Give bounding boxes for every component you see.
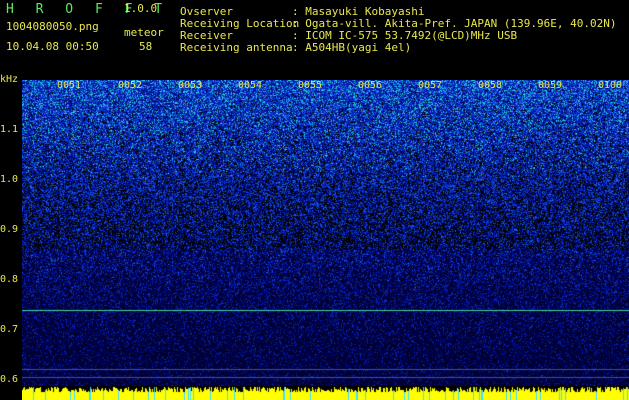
amplitude-canvas [22, 386, 629, 400]
y-tick-label: 0.9 [0, 224, 19, 235]
info-key-antenna: Receiving antenna [180, 41, 293, 54]
app-version: 1.0.0 [124, 2, 158, 15]
x-tick-label: 0053 [178, 80, 203, 91]
info-value-antenna: : A504HB(yagi 4el) [292, 41, 412, 54]
header-panel: H R O F F T 1.0.0 1004080050.png meteor … [0, 0, 629, 78]
spectrogram-plot[interactable] [22, 80, 629, 386]
y-axis-unit: kHz [0, 74, 19, 85]
x-tick-label: 0059 [538, 80, 563, 91]
y-tick-label: 0.8 [0, 274, 19, 285]
y-tick-label: 0.7 [0, 324, 19, 335]
x-tick-label: 0054 [238, 80, 263, 91]
amplitude-strip [22, 386, 629, 400]
x-tick-label: 0056 [358, 80, 383, 91]
file-name: 1004080050.png [6, 20, 99, 33]
y-tick-label: 0.6 [0, 374, 19, 385]
x-tick-label: 0052 [118, 80, 143, 91]
x-tick-label: 0055 [298, 80, 323, 91]
y-tick-label: 1.1 [0, 124, 19, 135]
meteor-label: meteor [124, 26, 164, 39]
x-tick-label: 0100 [598, 80, 623, 91]
x-tick-label: 0057 [418, 80, 443, 91]
x-tick-label: 0051 [57, 80, 82, 91]
y-tick-label: 1.0 [0, 174, 19, 185]
file-datetime: 10.04.08 00:50 [6, 40, 99, 53]
meteor-count: 58 [139, 40, 153, 53]
x-tick-label: 0058 [478, 80, 503, 91]
spectrogram-canvas[interactable] [22, 80, 629, 386]
